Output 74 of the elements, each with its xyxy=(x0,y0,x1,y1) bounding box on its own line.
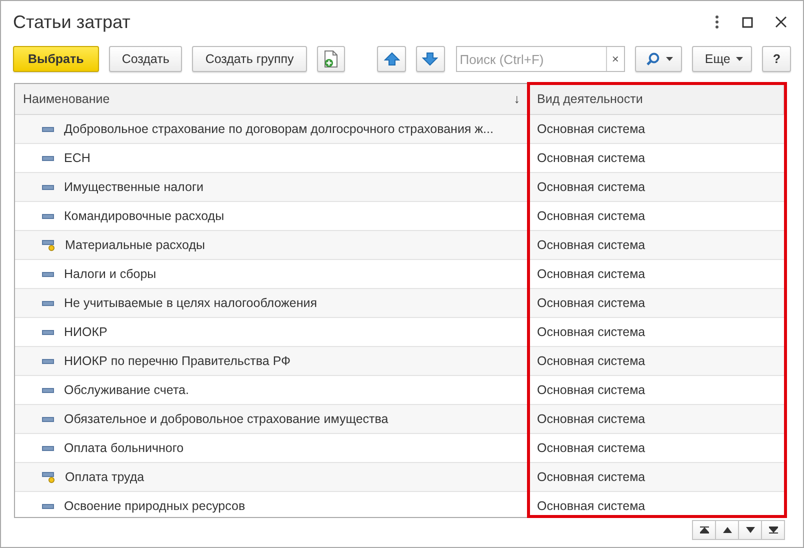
search-field[interactable]: Поиск (Ctrl+F) × xyxy=(456,46,625,72)
scroll-down-button[interactable] xyxy=(738,520,762,540)
table-cell: Основная система xyxy=(537,151,646,165)
table-cell: Оплата труда xyxy=(65,470,144,484)
caret-icon xyxy=(736,57,744,61)
item-icon xyxy=(42,184,54,190)
table-cell: Имущественные налоги xyxy=(64,180,204,194)
table-cell: Налоги и сборы xyxy=(64,267,156,281)
search-icon xyxy=(646,52,660,66)
item-icon xyxy=(42,416,54,422)
more-button[interactable]: Еще xyxy=(692,46,752,72)
last-icon xyxy=(768,526,778,534)
table-cell: Материальные расходы xyxy=(65,238,205,252)
search-button[interactable] xyxy=(634,46,682,72)
column-header[interactable]: Наименование xyxy=(23,92,514,106)
clear-button[interactable]: × xyxy=(606,47,624,71)
column-header[interactable]: Вид деятельности xyxy=(529,84,784,114)
table-cell: Командировочные расходы xyxy=(64,209,224,223)
item-icon xyxy=(42,300,54,306)
close-icon[interactable] xyxy=(775,16,787,28)
table-cell: НИОКР по перечню Правительства РФ xyxy=(64,354,291,368)
arrow-down-icon xyxy=(422,52,438,66)
table-cell: Освоение природных ресурсов xyxy=(64,499,246,513)
create-group-button[interactable]: Создать группу xyxy=(192,46,307,72)
item-icon xyxy=(42,504,54,508)
table-cell: Основная система xyxy=(537,238,646,252)
window-title: Статьи затрат xyxy=(13,12,132,32)
table-cell: Основная система xyxy=(537,122,646,136)
table-cell: ЕСН xyxy=(64,151,90,165)
document-add-icon xyxy=(323,50,340,68)
table-cell: Основная система xyxy=(537,499,646,513)
table-cell: НИОКР xyxy=(64,325,108,339)
arrow-up-icon xyxy=(384,52,400,66)
item-marked-icon xyxy=(42,472,55,482)
item-icon xyxy=(42,358,54,364)
more-options-icon[interactable] xyxy=(714,15,720,29)
table-cell: Основная система xyxy=(537,441,646,455)
table-cell: Основная система xyxy=(537,209,646,223)
item-icon xyxy=(42,156,54,160)
item-icon xyxy=(42,330,54,334)
table-cell: Основная система xyxy=(537,296,646,310)
maximize-icon[interactable] xyxy=(742,16,753,28)
first-icon xyxy=(700,526,708,534)
scroll-to-bottom-button[interactable] xyxy=(761,520,785,540)
table-cell: Не учитываемые в целях налогообложения xyxy=(64,296,318,310)
table-cell: Обязательное и добровольное страхование имущества xyxy=(64,412,388,426)
table-cell: Добровольное страхование по договорам долгосрочного страхования ж... xyxy=(64,122,494,136)
triangle-down-icon xyxy=(746,527,754,533)
table-cell: Основная система xyxy=(537,325,646,339)
move-up-button[interactable] xyxy=(377,46,406,72)
sort-arrow: ↓ xyxy=(514,92,520,106)
item-icon xyxy=(42,126,54,132)
scroll-to-top-button[interactable] xyxy=(692,520,716,540)
item-icon xyxy=(42,214,54,218)
select-button[interactable]: Выбрать xyxy=(13,46,99,72)
table-cell: Обслуживание счета. xyxy=(64,383,189,397)
table-cell: Оплата больничного xyxy=(64,441,184,455)
item-icon xyxy=(42,388,54,392)
create-button[interactable]: Создать xyxy=(108,46,182,72)
table-cell: Основная система xyxy=(537,267,646,281)
item-marked-icon xyxy=(42,240,55,250)
table-cell: Основная система xyxy=(537,470,646,484)
table-cell: Основная система xyxy=(537,180,646,194)
item-icon xyxy=(42,272,54,276)
add-document-button[interactable] xyxy=(316,46,346,72)
move-down-button[interactable] xyxy=(416,46,445,72)
scroll-up-button[interactable] xyxy=(715,520,739,540)
table-cell: Основная система xyxy=(537,412,646,426)
caret-icon xyxy=(666,57,673,61)
table-cell: Основная система xyxy=(537,383,646,397)
item-icon xyxy=(42,446,54,450)
table-cell: Основная система xyxy=(537,354,646,368)
help-button[interactable]: ? xyxy=(762,46,791,72)
triangle-up-icon xyxy=(722,527,732,533)
